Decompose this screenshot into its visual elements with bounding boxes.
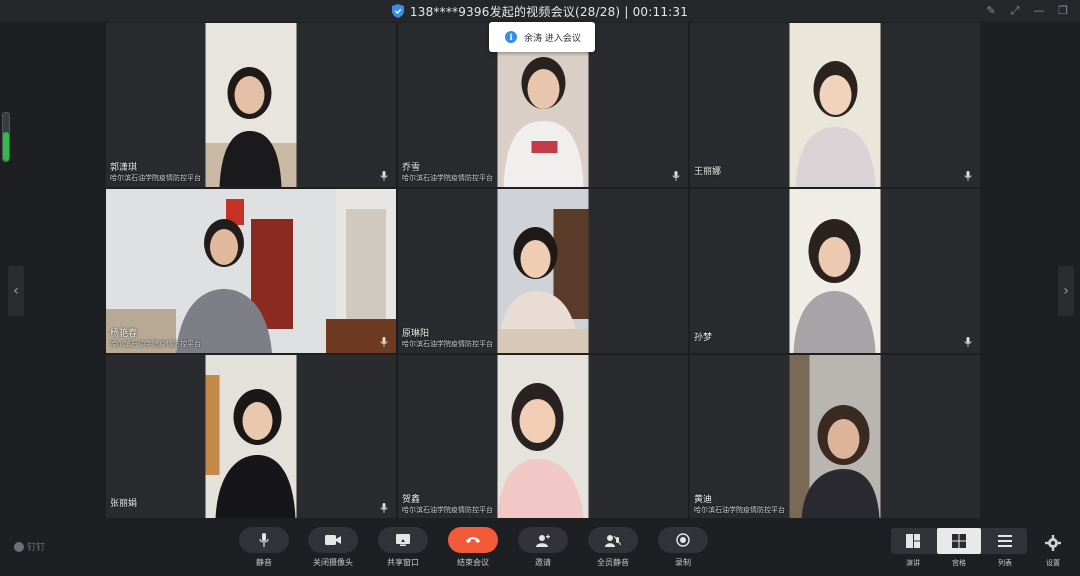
settings-label: 设置: [1046, 559, 1060, 567]
join-notification: i 余涛 进入会议: [489, 22, 595, 52]
participant-org: 哈尔滨石油学院疫情防控平台: [110, 174, 201, 182]
video-feed: [789, 355, 881, 519]
list-layout-icon: [998, 535, 1012, 547]
next-page-button[interactable]: ›: [1058, 266, 1074, 316]
participant-org: 哈尔滨石油学院疫情防控平台: [694, 506, 785, 514]
video-feed: [106, 189, 396, 353]
camera-off-button[interactable]: 关闭摄像头: [307, 527, 359, 568]
record-label: 录制: [675, 558, 691, 567]
mute-label: 静音: [256, 558, 272, 567]
mute-all-button[interactable]: 全员静音: [587, 527, 639, 568]
layout-list-label: 列表: [998, 559, 1012, 567]
dingtalk-logo-icon: [14, 541, 24, 552]
layout-grid-button[interactable]: [937, 528, 981, 554]
video-feed: [497, 355, 589, 519]
video-feed: [789, 189, 881, 353]
camera-icon: [325, 535, 341, 545]
invite-button[interactable]: 邀请: [517, 527, 569, 568]
participant-name: 原琳阳: [402, 329, 430, 339]
participant-org: 哈尔滨石油学院疫情防控平台: [402, 174, 493, 182]
volume-meter: [2, 112, 10, 162]
participant-tile[interactable]: 黄迪 哈尔滨石油学院疫情防控平台: [690, 355, 980, 519]
add-person-icon: [536, 534, 550, 547]
video-stage: ‹ › 郭潇琪 哈尔滨石油学院疫情防控平台 乔雪 哈尔滨石油学院疫情防控平台 王…: [0, 22, 1080, 519]
record-button[interactable]: 录制: [657, 527, 709, 568]
info-icon: i: [505, 31, 517, 43]
shield-icon: [391, 4, 404, 18]
participant-tile[interactable]: 贺鑫 哈尔滨石油学院疫情防控平台: [398, 355, 688, 519]
participant-name: 郭潇琪: [110, 163, 138, 173]
layout-speaker-button[interactable]: [891, 528, 935, 554]
meeting-toolbar: 钉钉 静音 关闭摄像头 共享窗口 结束会议 邀请 全员静音 录制 演讲 宫格 列…: [0, 518, 1080, 576]
phone-hangup-icon: [466, 537, 480, 543]
restore-icon[interactable]: ❐: [1056, 4, 1070, 18]
participant-name: 乔雪: [402, 163, 421, 173]
minimize-icon[interactable]: —: [1032, 4, 1046, 18]
video-feed: [789, 23, 881, 187]
participant-tile[interactable]: 郭潇琪 哈尔滨石油学院疫情防控平台: [106, 23, 396, 187]
participant-org: 哈尔滨石油学院疫情防控平台: [402, 340, 493, 348]
microphone-icon: [380, 171, 388, 181]
grid-layout-icon: [952, 534, 966, 548]
share-window-label: 共享窗口: [387, 558, 419, 567]
video-feed: [205, 23, 297, 187]
participant-name: 黄迪: [694, 495, 713, 505]
window-title: 138****9396发起的视频会议(28/28) | 00:11:31: [409, 4, 689, 19]
notification-message: 余涛 进入会议: [524, 33, 581, 44]
end-meeting-label: 结束会议: [457, 558, 489, 567]
participant-name: 王丽娜: [694, 167, 722, 177]
title-bar: 138****9396发起的视频会议(28/28) | 00:11:31 ✎ ⤢…: [0, 0, 1080, 22]
participant-tile[interactable]: 原琳阳 哈尔滨石油学院疫情防控平台: [398, 189, 688, 353]
brand-name: 钉钉: [27, 543, 46, 553]
fullscreen-icon[interactable]: ⤢: [1008, 4, 1022, 18]
speaker-layout-icon: [906, 534, 920, 548]
video-feed: [497, 189, 589, 353]
share-window-icon: [396, 534, 410, 546]
edit-icon[interactable]: ✎: [984, 4, 998, 18]
participant-org: 哈尔滨石油学院疫情防控平台: [110, 340, 201, 348]
end-meeting-button[interactable]: 结束会议: [447, 527, 499, 568]
window-controls: ✎ ⤢ — ❐: [984, 4, 1070, 18]
invite-label: 邀请: [535, 558, 551, 567]
video-feed: [205, 355, 297, 519]
participant-name: 孙梦: [694, 333, 713, 343]
participant-tile[interactable]: 张丽娟: [106, 355, 396, 519]
prev-page-button[interactable]: ‹: [8, 266, 24, 316]
layout-list-button[interactable]: [983, 528, 1027, 554]
microphone-icon: [964, 337, 972, 347]
participant-tile[interactable]: 王丽娜: [690, 23, 980, 187]
record-icon: [676, 533, 690, 547]
microphone-icon: [259, 533, 269, 547]
microphone-icon: [380, 337, 388, 347]
participant-tile[interactable]: 杨艳春 哈尔滨石油学院疫情防控平台: [106, 189, 396, 353]
mute-all-label: 全员静音: [597, 558, 629, 567]
participant-org: 哈尔滨石油学院疫情防控平台: [402, 506, 493, 514]
mute-button[interactable]: 静音: [238, 527, 290, 568]
gear-icon[interactable]: [1044, 534, 1062, 552]
microphone-icon: [964, 171, 972, 181]
participant-name: 杨艳春: [110, 329, 138, 339]
participant-name: 贺鑫: [402, 495, 421, 505]
microphone-icon: [380, 503, 388, 513]
layout-grid-label: 宫格: [952, 559, 966, 567]
layout-speaker-label: 演讲: [906, 559, 920, 567]
participant-tile[interactable]: 孙梦: [690, 189, 980, 353]
share-window-button[interactable]: 共享窗口: [377, 527, 429, 568]
mute-all-icon: [605, 534, 621, 547]
camera-off-label: 关闭摄像头: [313, 558, 353, 567]
brand-logo: 钉钉: [14, 540, 45, 553]
microphone-icon: [672, 171, 680, 181]
participant-name: 张丽娟: [110, 499, 138, 509]
participant-grid: 郭潇琪 哈尔滨石油学院疫情防控平台 乔雪 哈尔滨石油学院疫情防控平台 王丽娜 杨…: [106, 23, 980, 519]
